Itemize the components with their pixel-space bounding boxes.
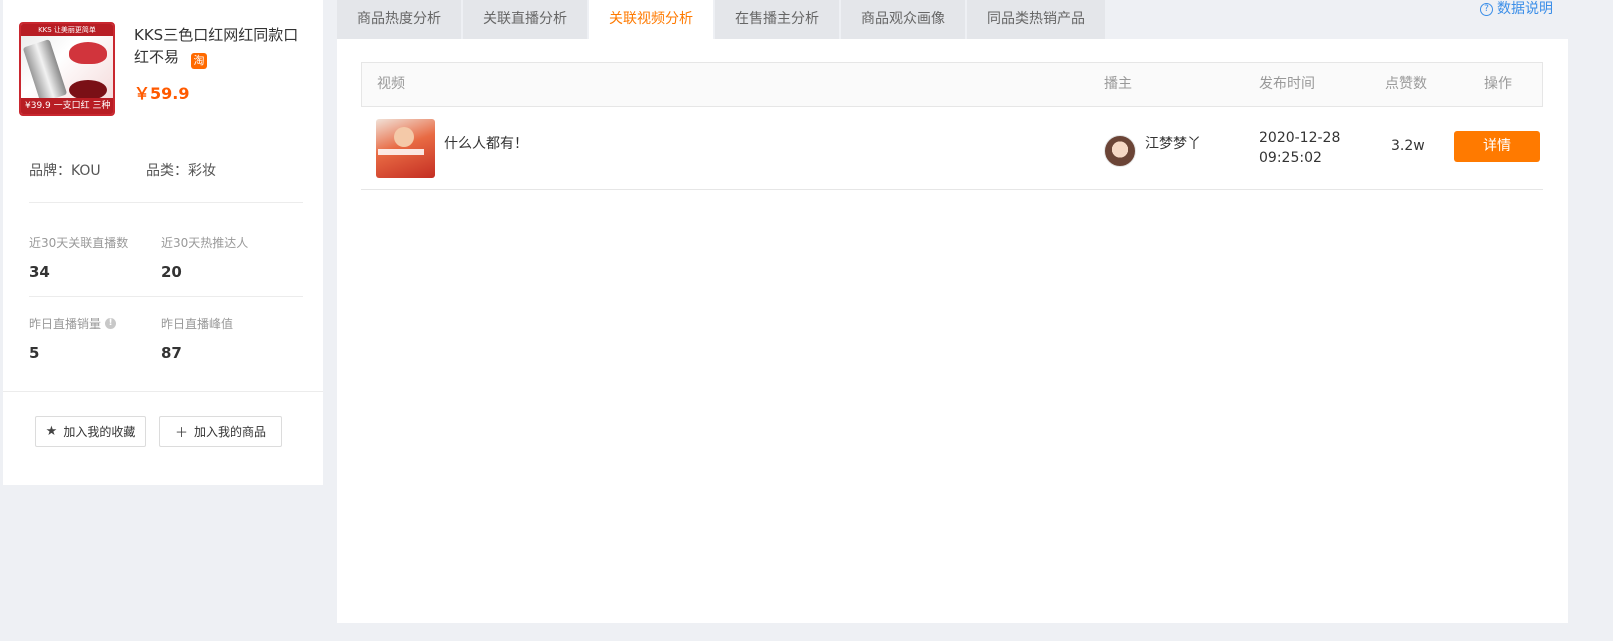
stat-value: 20 (161, 263, 182, 281)
stat-yesterday-sales: 昨日直播销量! 5 (29, 315, 117, 362)
tab-seller-analysis[interactable]: 在售播主分析 (715, 0, 839, 39)
product-price: ￥59.9 (134, 84, 190, 103)
header-publish-time: 发布时间 (1259, 76, 1315, 92)
stat-label: 昨日直播销量! (29, 315, 117, 332)
question-icon: ? (1480, 2, 1493, 16)
stat-value: 87 (161, 344, 182, 362)
divider (29, 202, 303, 203)
stat-label: 昨日直播峰值 (161, 317, 234, 331)
stat-yesterday-peak: 昨日直播峰值 87 (161, 315, 233, 362)
add-product-button[interactable]: ＋ 加入我的商品 (159, 416, 282, 447)
taobao-icon: 淘 (191, 53, 208, 69)
add-product-label: 加入我的商品 (194, 425, 267, 439)
stat-value: 5 (29, 344, 40, 362)
table-header: 视频 播主 发布时间 点赞数 操作 (361, 62, 1543, 107)
thumbnail-caption-bar (378, 149, 424, 155)
stat-label: 近30天热推达人 (161, 236, 249, 250)
video-thumbnail[interactable] (376, 119, 435, 178)
category-info: 品类：彩妆 (146, 160, 263, 180)
product-image[interactable]: KKS 让美丽更简单 ¥39.9 一支口红 三种颜色 (19, 22, 115, 116)
analysis-tabs: 商品热度分析 关联直播分析 关联视频分析 在售播主分析 商品观众画像 同品类热销… (337, 0, 1107, 39)
publish-clock: 09:25:02 (1259, 150, 1322, 166)
product-title[interactable]: KKS三色口红网红同款口红不易淘 (134, 24, 309, 69)
table-row: 什么人都有！ 江梦梦丫 2020-12-28 09:25:02 3.2w 详情 (361, 107, 1543, 190)
brand-value: KOU (71, 163, 101, 179)
header-likes: 点赞数 (1385, 76, 1427, 92)
lip-swatch (69, 42, 107, 64)
detail-button[interactable]: 详情 (1454, 131, 1540, 162)
tab-video-analysis[interactable]: 关联视频分析 (589, 0, 713, 39)
lip-swatch (69, 80, 107, 100)
tab-similar-hot-products[interactable]: 同品类热销产品 (967, 0, 1105, 39)
category-value: 彩妆 (188, 163, 216, 179)
tab-heat-analysis[interactable]: 商品热度分析 (337, 0, 461, 39)
header-host: 播主 (1104, 76, 1132, 92)
video-table: 视频 播主 发布时间 点赞数 操作 什么人都有！ 江梦梦丫 2020-12-28… (361, 62, 1543, 190)
add-favorite-button[interactable]: ★ 加入我的收藏 (35, 416, 146, 447)
publish-time: 2020-12-28 09:25:02 (1259, 128, 1340, 168)
stat-label-text: 昨日直播销量 (29, 317, 102, 331)
host-name[interactable]: 江梦梦丫 (1145, 133, 1201, 153)
star-icon: ★ (45, 424, 58, 439)
data-help-label: 数据说明 (1497, 1, 1553, 17)
info-icon[interactable]: ! (105, 318, 117, 329)
stat-related-lives: 近30天关联直播数 34 (29, 234, 128, 281)
product-card: KKS 让美丽更简单 ¥39.9 一支口红 三种颜色 KKS三色口红网红同款口红… (3, 0, 323, 485)
brand-info: 品牌：KOU (29, 160, 146, 180)
tab-live-analysis[interactable]: 关联直播分析 (463, 0, 587, 39)
image-price-text: ¥39.9 一支口红 三种颜色 (21, 98, 113, 114)
brand-label: 品牌： (29, 163, 71, 179)
plus-icon: ＋ (174, 426, 188, 441)
brand-category-row: 品牌：KOU 品类：彩妆 (29, 160, 263, 180)
lipstick-graphic (22, 39, 68, 103)
main-panel: 视频 播主 发布时间 点赞数 操作 什么人都有！ 江梦梦丫 2020-12-28… (337, 39, 1568, 623)
product-title-text: KKS三色口红网红同款口红不易 (134, 26, 299, 66)
stat-label: 近30天关联直播数 (29, 236, 129, 250)
divider (3, 391, 323, 392)
tab-audience-profile[interactable]: 商品观众画像 (841, 0, 965, 39)
video-title[interactable]: 什么人都有！ (444, 133, 528, 153)
stat-hot-influencers: 近30天热推达人 20 (161, 234, 248, 281)
image-banner-text: KKS 让美丽更简单 (21, 24, 113, 36)
stat-value: 34 (29, 263, 50, 281)
add-favorite-label: 加入我的收藏 (63, 425, 136, 439)
likes-count: 3.2w (1391, 138, 1425, 154)
divider (29, 296, 303, 297)
host-avatar[interactable] (1104, 135, 1136, 167)
header-action: 操作 (1484, 76, 1512, 92)
data-help-link[interactable]: ? 数据说明 (1480, 0, 1553, 18)
category-label: 品类： (146, 163, 188, 179)
thumbnail-face (394, 127, 414, 147)
header-video: 视频 (377, 76, 405, 92)
publish-date: 2020-12-28 (1259, 130, 1341, 146)
